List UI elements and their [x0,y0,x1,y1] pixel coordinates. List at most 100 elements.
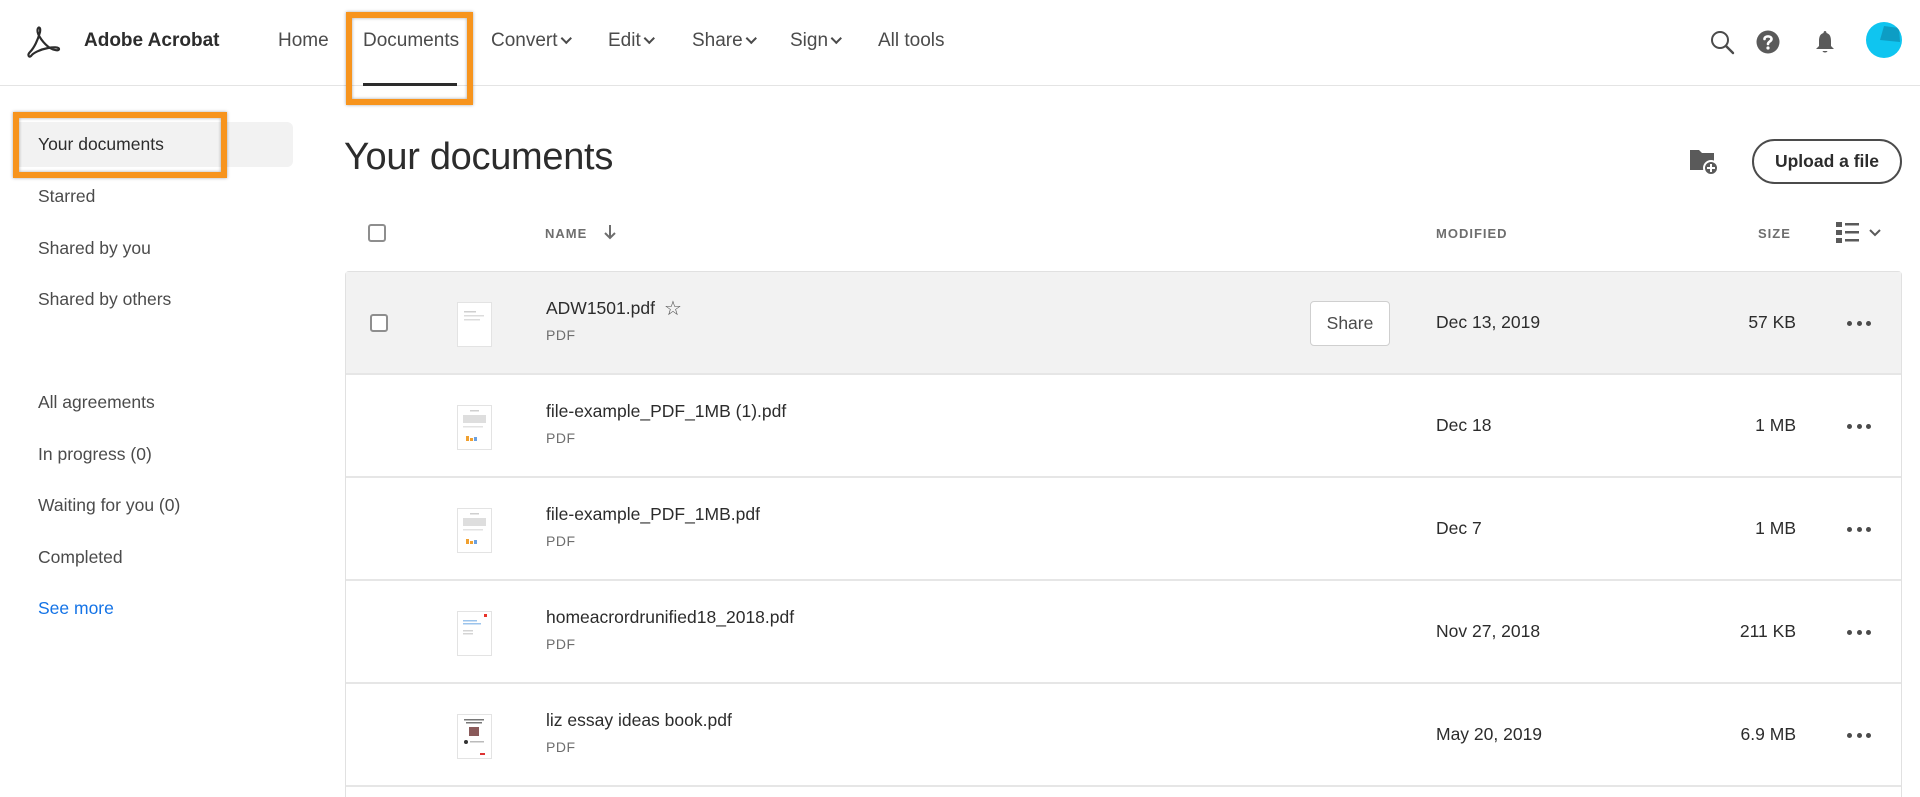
nav-share[interactable]: Share [692,30,757,52]
file-type: PDF [546,533,576,549]
file-thumbnail[interactable] [457,714,492,759]
search-button[interactable] [1707,27,1737,57]
acrobat-logo-icon[interactable] [24,22,64,62]
brand-name[interactable]: Adobe Acrobat [84,30,219,52]
view-mode-toggle[interactable] [1834,220,1890,246]
bell-icon [1816,31,1834,53]
file-thumbnail[interactable] [457,508,492,553]
pdf-thumbnail-icon [464,311,484,321]
more-options-button[interactable] [1844,417,1874,435]
avatar-image-icon [1880,26,1900,42]
upload-file-button[interactable]: Upload a file [1752,139,1902,184]
file-size: 57 KB [1748,312,1796,332]
nav-edit[interactable]: Edit [608,30,655,52]
file-name[interactable]: homeacrordrunified18_2018.pdf [546,607,794,628]
pdf-thumbnail-icon [464,719,485,755]
table-row[interactable]: file-example_PDF_1MB (1).pdf PDF Dec 18 … [346,375,1901,478]
file-name[interactable]: file-example_PDF_1MB.pdf [546,504,760,525]
nav-home[interactable]: Home [278,30,329,52]
sidebar-item-starred[interactable]: Starred [38,186,95,207]
search-icon [1711,31,1735,55]
pdf-thumbnail-icon [463,410,486,441]
file-thumbnail[interactable] [457,405,492,450]
select-all-checkbox[interactable] [368,224,386,242]
column-header-size[interactable]: SIZE [1758,226,1791,241]
more-options-button[interactable] [1844,726,1874,744]
more-dot-icon [1856,629,1862,635]
file-type: PDF [546,430,576,446]
file-thumbnail[interactable] [457,302,492,347]
more-options-button[interactable] [1844,623,1874,641]
help-button[interactable] [1753,27,1783,57]
documents-table: ADW1501.pdf ☆ PDF Share Dec 13, 2019 57 … [345,271,1902,797]
chevron-down-icon [560,32,572,45]
file-modified: May 20, 2019 [1436,724,1543,744]
file-name[interactable]: liz essay ideas book.pdf [546,710,732,731]
page-title: Your documents [344,136,614,178]
active-tab-indicator [363,83,457,86]
more-dot-icon [1866,423,1871,429]
more-dot-icon [1866,629,1871,635]
nav-share-label: Share [692,30,743,51]
file-type: PDF [546,739,576,755]
star-icon[interactable]: ☆ [664,296,682,321]
sidebar-item-all-agreements[interactable]: All agreements [38,392,155,413]
folder-add-icon [1690,150,1719,176]
nav-documents[interactable]: Documents [363,30,459,52]
more-dot-icon [1856,423,1862,429]
chevron-down-icon [643,32,655,45]
table-row[interactable]: homeacrordrunified18_2018.pdf PDF Nov 27… [346,581,1901,684]
share-button[interactable]: Share [1310,301,1390,346]
row-checkbox[interactable] [370,314,388,332]
file-thumbnail[interactable] [457,611,492,656]
nav-sign[interactable]: Sign [790,30,842,52]
sort-descending-icon[interactable] [603,223,617,241]
more-dot-icon [1856,320,1862,326]
column-header-modified[interactable]: MODIFIED [1436,226,1508,241]
file-modified: Nov 27, 2018 [1436,621,1541,641]
file-type: PDF [546,636,576,652]
table-row[interactable]: file-example_PDF_1MB.pdf PDF Dec 7 1 MB [346,478,1901,581]
more-options-button[interactable] [1844,314,1874,332]
more-dot-icon [1866,526,1871,532]
table-row[interactable]: liz essay ideas book.pdf PDF May 20, 201… [346,684,1901,787]
sidebar-item-completed[interactable]: Completed [38,547,123,568]
sidebar-item-your-documents[interactable]: Your documents [38,134,164,155]
new-folder-button[interactable] [1688,146,1720,176]
nav-documents-label: Documents [363,30,460,51]
more-dot-icon [1856,732,1862,738]
file-modified: Dec 7 [1436,518,1482,538]
nav-edit-label: Edit [608,30,641,51]
more-dot-icon [1866,320,1871,326]
sidebar-item-shared-by-others[interactable]: Shared by others [38,289,171,310]
chevron-down-icon [830,32,842,45]
file-size: 211 KB [1739,621,1796,641]
nav-all-tools-label: All tools [878,30,945,51]
table-row[interactable]: ADW1501.pdf ☆ PDF Share Dec 13, 2019 57 … [346,272,1901,375]
sidebar-item-shared-by-you[interactable]: Shared by you [38,238,151,259]
list-view-icon [1836,222,1881,243]
nav-convert[interactable]: Convert [491,30,572,52]
file-type: PDF [546,327,576,343]
more-options-button[interactable] [1844,520,1874,538]
column-header-name[interactable]: NAME [545,226,587,241]
file-modified: Dec 13, 2019 [1436,312,1541,332]
file-name[interactable]: file-example_PDF_1MB (1).pdf [546,401,786,422]
more-dot-icon [1856,526,1862,532]
sidebar-item-in-progress[interactable]: In progress (0) [38,444,152,465]
avatar[interactable] [1866,22,1902,58]
file-name[interactable]: ADW1501.pdf [546,298,655,319]
sidebar-item-waiting-for-you[interactable]: Waiting for you (0) [38,495,180,516]
nav-sign-label: Sign [790,30,829,51]
file-modified: Dec 18 [1436,415,1492,435]
nav-all-tools[interactable]: All tools [878,30,945,52]
notifications-button[interactable] [1810,27,1840,57]
see-more-link[interactable]: See more [38,598,114,619]
more-dot-icon [1847,526,1852,532]
chevron-down-icon [745,32,757,45]
nav-convert-label: Convert [491,30,558,51]
nav-home-label: Home [278,30,329,51]
more-dot-icon [1847,732,1852,738]
file-size: 6.9 MB [1740,724,1796,744]
more-dot-icon [1847,423,1852,429]
